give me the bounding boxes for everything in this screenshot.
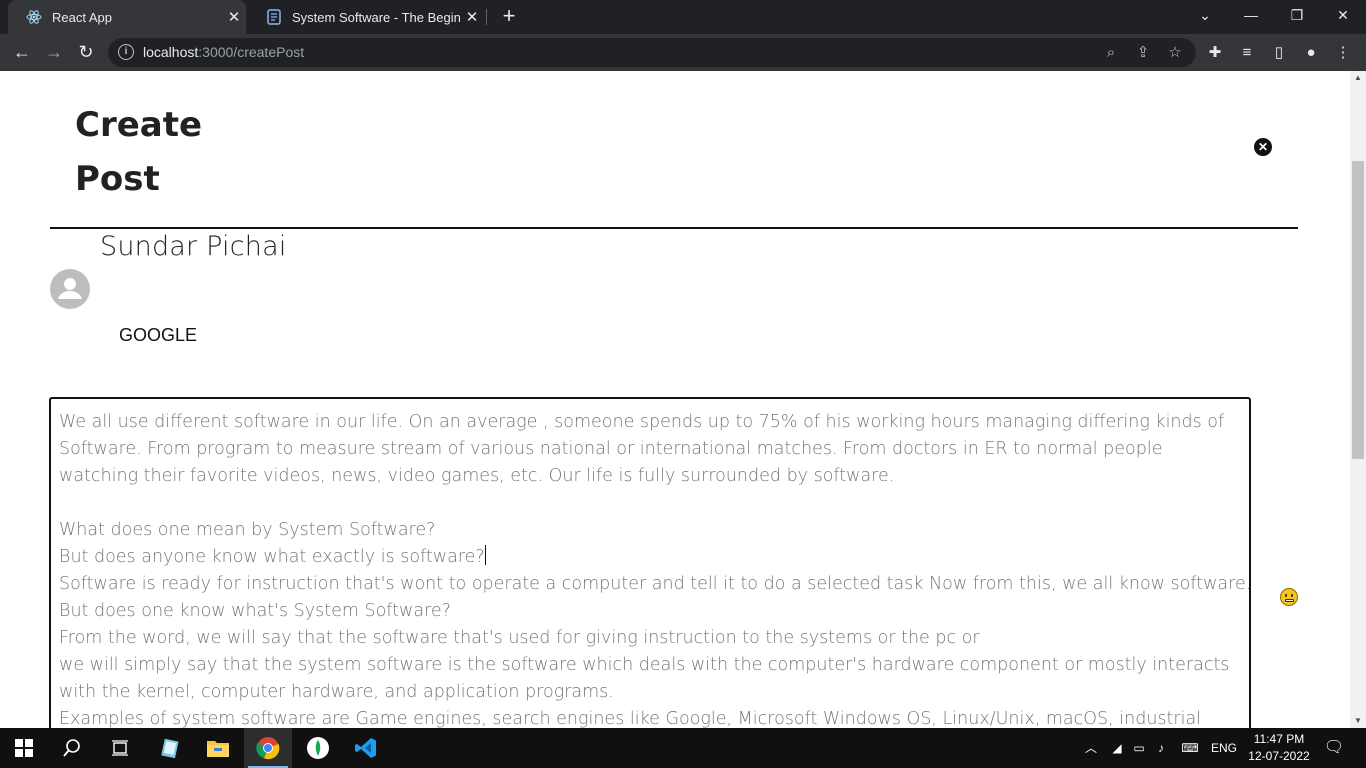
forward-icon[interactable]: → (40, 39, 68, 67)
address-bar[interactable]: i localhost:3000/createPost ⌕ ⇪ ☆ (108, 38, 1196, 67)
extensions-icon[interactable]: ✚ (1204, 42, 1226, 64)
share-icon[interactable]: ⇪ (1133, 43, 1153, 63)
site-info-icon[interactable]: i (118, 44, 134, 60)
close-window-icon[interactable]: ✕ (1320, 0, 1366, 30)
file-explorer-icon[interactable] (194, 728, 242, 768)
editor-line-with-caret: But does anyone know what exactly is sof… (59, 545, 486, 567)
avatar (50, 269, 90, 309)
bookmark-star-icon[interactable]: ☆ (1165, 43, 1185, 63)
editor-line: we will simply say that the system softw… (59, 655, 1230, 675)
tab-title: System Software - The Beginning (292, 9, 460, 25)
tab-search-icon[interactable]: ⌄ (1182, 0, 1228, 30)
clock-date: 12-07-2022 (1248, 749, 1310, 763)
side-panel-icon[interactable]: ▯ (1268, 42, 1290, 64)
volume-icon[interactable]: ♪ (1150, 728, 1172, 768)
editor-line: with the kernel, computer hardware, and … (59, 682, 614, 702)
vscode-icon[interactable] (342, 728, 390, 768)
windows-taskbar: ︿ ◢ ▭ ♪ ⌨ ENG 11:47 PM 12-07-2022 🗨 (0, 728, 1366, 768)
task-view-icon[interactable] (96, 728, 144, 768)
editor-line: watching their favorite videos, news, vi… (59, 466, 895, 486)
browser-toolbar: ← → ↻ i localhost:3000/createPost ⌕ ⇪ ☆ … (0, 34, 1366, 71)
close-tab-icon[interactable]: ✕ (222, 8, 246, 26)
show-hidden-icons-icon[interactable]: ︿ (1080, 728, 1102, 768)
tab-system-software[interactable]: System Software - The Beginning ✕ (248, 0, 484, 34)
language-indicator[interactable]: ENG (1208, 728, 1240, 768)
start-button[interactable] (0, 728, 48, 768)
text-caret (484, 545, 486, 565)
new-tab-icon[interactable]: + (496, 4, 522, 30)
close-icon[interactable]: ✕ (1254, 138, 1272, 156)
search-icon[interactable] (48, 728, 96, 768)
editor-line (59, 490, 1241, 517)
minimize-icon[interactable]: — (1228, 0, 1274, 30)
mongodb-compass-icon[interactable] (294, 728, 342, 768)
editor-line: Software is ready for instruction that's… (59, 574, 1251, 594)
tab-title: React App (52, 9, 112, 25)
reload-icon[interactable]: ↻ (72, 39, 100, 67)
url-text: localhost:3000/createPost (143, 44, 305, 60)
back-icon[interactable]: ← (8, 39, 36, 67)
wifi-icon[interactable]: ◢ (1106, 728, 1128, 768)
notifications-icon[interactable]: 🗨 (1320, 728, 1348, 768)
media-controls-icon[interactable]: ≡ (1236, 42, 1258, 64)
editor-line: But does one know what's System Software… (59, 601, 451, 621)
profile-icon[interactable]: ● (1300, 42, 1322, 64)
clock[interactable]: 11:47 PM 12-07-2022 (1244, 731, 1314, 765)
post-text-editor[interactable]: We all use different software in our lif… (49, 397, 1251, 728)
page-title: Create Post (75, 105, 203, 199)
page-content: Create Post ✕ Sundar Pichai GOOGLE We al… (0, 71, 1350, 728)
notepad-app-icon[interactable] (146, 728, 194, 768)
page-scrollbar[interactable]: ▲ ▼ (1350, 71, 1366, 728)
scroll-down-arrow-icon[interactable]: ▼ (1353, 716, 1363, 726)
tab-separator (486, 9, 487, 25)
document-icon (266, 9, 282, 25)
battery-icon[interactable]: ▭ (1128, 728, 1150, 768)
editor-line: Examples of system software are Game eng… (59, 709, 1202, 728)
close-tab-icon[interactable]: ✕ (460, 8, 484, 26)
tab-react-app[interactable]: React App ✕ (8, 0, 246, 34)
react-icon (26, 9, 42, 25)
windows-icon (15, 739, 33, 757)
zoom-icon[interactable]: ⌕ (1101, 43, 1121, 63)
menu-icon[interactable]: ⋮ (1332, 42, 1354, 64)
keyboard-icon[interactable]: ⌨ (1176, 728, 1204, 768)
scroll-up-arrow-icon[interactable]: ▲ (1353, 73, 1363, 83)
editor-line: We all use different software in our lif… (59, 412, 1225, 432)
editor-line: Software. From program to measure stream… (59, 439, 1163, 459)
author-company: GOOGLE (119, 325, 198, 345)
scroll-thumb[interactable] (1352, 161, 1364, 459)
editor-line: From the word, we will say that the soft… (59, 628, 980, 648)
emoji-picker-icon[interactable] (1280, 588, 1298, 606)
divider (50, 227, 1298, 229)
restore-icon[interactable]: ❐ (1274, 0, 1320, 30)
chrome-app-icon[interactable] (244, 728, 292, 768)
browser-tab-bar: React App ✕ System Software - The Beginn… (0, 0, 1366, 34)
person-icon (58, 278, 82, 299)
editor-line: What does one mean by System Software? (59, 520, 436, 540)
author-name: Sundar Pichai (100, 231, 287, 262)
clock-time: 11:47 PM (1253, 732, 1305, 746)
